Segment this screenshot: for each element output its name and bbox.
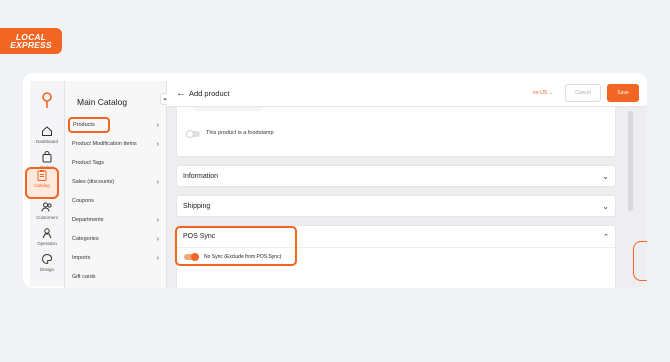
menu-item-departments[interactable]: Departments › [71,212,163,228]
cancel-button[interactable]: Cancel [565,84,601,102]
menu-item-categories[interactable]: Categories › [71,231,163,247]
gear-person-icon [42,228,52,239]
menu-item-imports[interactable]: Imports › [71,250,163,266]
home-icon [42,126,52,136]
menu-item-label: Sales (discounts) [72,179,115,185]
rail-item-design[interactable]: Design [30,253,64,272]
field-stub [193,107,263,111]
foodstamp-card: This product is a foodstamp [176,107,616,157]
brand-mark-icon [42,92,52,108]
menu-item-sales-discounts[interactable]: Sales (discounts) › [71,174,163,190]
rail-item-customers[interactable]: Customers [30,201,64,220]
chevron-right-icon: › [156,235,159,243]
menu-item-products-chevron[interactable]: › [113,117,163,133]
menu-item-label: Coupons [72,198,95,204]
app-window: Dashboard Orders Catalog Customers Opera… [23,73,647,288]
menu-item-gift-cards[interactable]: Gift cards [71,269,163,285]
section-information[interactable]: Information ⌄ [176,165,616,187]
locale-select[interactable]: en-US ⌄ [533,90,553,96]
menu-item-label: Gift cards [72,274,96,280]
rail-label: Design [39,267,54,272]
chevron-right-icon: › [156,178,159,186]
rail-item-dashboard[interactable]: Dashboard [30,125,64,144]
menu-item-label: Product Tags [72,160,105,166]
catalog-menu: Main Catalog Products › Product Modifica… [64,81,167,288]
menu-item-product-modification-items[interactable]: Product Modification Items › [71,136,163,152]
catalog-menu-title: Main Catalog [77,97,128,107]
rail-label: Customers [36,215,58,220]
menu-item-products[interactable]: Products [68,117,110,133]
side-panel-hint [633,241,647,281]
clipboard-icon [37,170,47,181]
save-button[interactable]: Save [607,84,639,102]
section-title: Shipping [183,202,211,210]
menu-item-label: Categories [72,236,99,242]
menu-item-label: Products [73,122,95,128]
rail-label: Operation [37,241,57,246]
palette-icon [41,253,53,265]
bag-icon [42,151,52,163]
rail-label: Dashboard [35,139,58,144]
menu-item-product-tags[interactable]: Product Tags [71,155,163,171]
brand-badge: LOCAL EXPRESS [0,28,62,54]
menu-item-label: Departments [72,217,104,223]
chevron-down-icon: ⌄ [602,201,609,211]
chevron-right-icon: › [156,254,159,262]
chevron-right-icon: › [156,121,159,129]
foodstamp-toggle[interactable] [186,130,200,138]
menu-item-label: Product Modification Items [72,141,137,147]
chevron-down-icon: ⌄ [602,171,609,181]
menu-item-label: Imports [72,255,91,261]
section-title: Information [183,172,219,180]
back-arrow-icon[interactable]: ← [176,89,186,99]
chevron-right-icon: › [156,216,159,224]
menu-item-coupons[interactable]: Coupons [71,193,163,209]
rail-item-operation[interactable]: Operation [30,227,64,246]
scrollbar[interactable] [628,111,633,211]
chevron-right-icon: › [156,140,159,148]
brand-logo: LOCAL EXPRESS [10,32,52,50]
page-title: Add product [189,89,230,98]
foodstamp-label: This product is a foodstamp [206,130,274,136]
rail-label: Catalog [34,183,50,188]
chevron-down-icon: ⌄ [548,90,553,96]
people-icon [41,202,52,212]
section-shipping[interactable]: Shipping ⌄ [176,195,616,217]
topbar: ← Add product en-US ⌄ Cancel Save [167,81,647,107]
rail-item-catalog-highlighted[interactable]: Catalog [25,169,59,188]
chevron-up-icon: ⌃ [603,233,609,241]
pos-sync-highlight [175,226,297,266]
